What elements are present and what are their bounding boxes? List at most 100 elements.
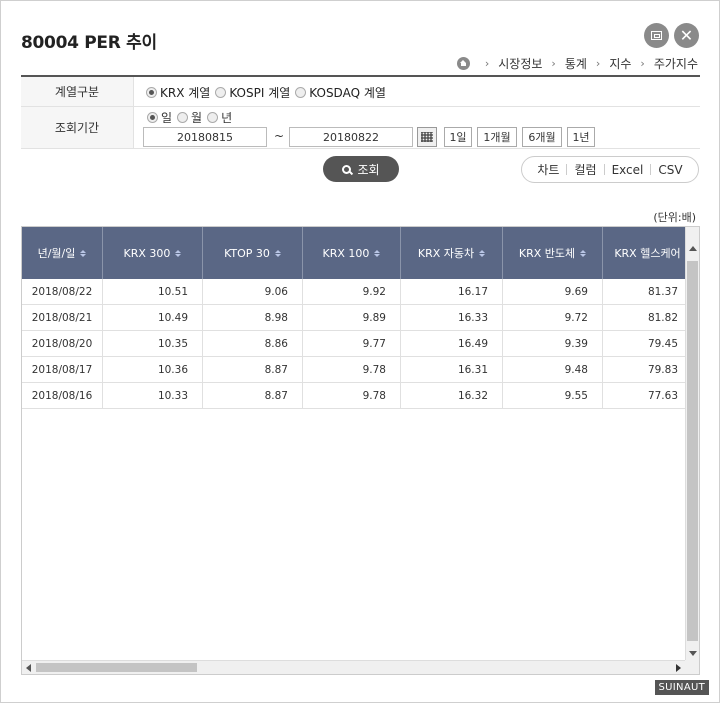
column-button[interactable]: 컬럼 bbox=[567, 161, 603, 178]
table-cell: 16.33 bbox=[401, 305, 503, 331]
table-cell: 8.87 bbox=[203, 357, 303, 383]
table-cell: 10.49 bbox=[103, 305, 203, 331]
column-header-krx-auto[interactable]: KRX 자동차 bbox=[401, 227, 503, 279]
breadcrumb: › 시장정보 › 통계 › 지수 › 주가지수 bbox=[456, 55, 698, 72]
horizontal-scrollbar[interactable] bbox=[22, 660, 687, 674]
table-cell: 10.51 bbox=[103, 279, 203, 305]
column-header-date[interactable]: 년/월/일 bbox=[22, 227, 103, 279]
radio-label-kosdaq-series[interactable]: KOSDAQ 계열 bbox=[309, 84, 386, 101]
home-icon[interactable] bbox=[456, 57, 470, 70]
search-form: 계열구분 KRX 계열 KOSPI 계열 KOSDAQ 계열 조회기간 일 월 … bbox=[21, 75, 700, 149]
table-cell: 8.87 bbox=[203, 383, 303, 409]
scroll-right-icon[interactable] bbox=[676, 664, 681, 672]
radio-kosdaq-series[interactable] bbox=[295, 86, 307, 98]
breadcrumb-item-index[interactable]: 지수 bbox=[609, 55, 631, 72]
unit-label: (단위:배) bbox=[653, 211, 696, 224]
restore-button[interactable] bbox=[644, 23, 669, 48]
breadcrumb-item-market-info[interactable]: 시장정보 bbox=[498, 55, 542, 72]
scroll-down-icon[interactable] bbox=[689, 651, 697, 656]
close-icon: ✕ bbox=[679, 25, 694, 45]
close-button[interactable]: ✕ bbox=[674, 23, 699, 48]
table-cell: 10.36 bbox=[103, 357, 203, 383]
radio-label-yearly[interactable]: 년 bbox=[221, 109, 232, 126]
table-cell: 10.35 bbox=[103, 331, 203, 357]
column-header-krx100[interactable]: KRX 100 bbox=[303, 227, 401, 279]
watermark-badge: SUINAUT bbox=[654, 680, 709, 695]
table-row: 2018/08/21 10.49 8.98 9.89 16.33 9.72 81… bbox=[22, 305, 693, 331]
breadcrumb-item-statistics[interactable]: 통계 bbox=[565, 55, 587, 72]
table-row: 2018/08/16 10.33 8.87 9.78 16.32 9.55 77… bbox=[22, 383, 693, 409]
table-cell: 9.39 bbox=[503, 331, 603, 357]
table-cell: 16.17 bbox=[401, 279, 503, 305]
series-radio-group: KRX 계열 KOSPI 계열 KOSDAQ 계열 bbox=[146, 77, 700, 107]
series-row: 계열구분 KRX 계열 KOSPI 계열 KOSDAQ 계열 bbox=[21, 77, 700, 107]
table-cell: 10.33 bbox=[103, 383, 203, 409]
excel-button[interactable]: Excel bbox=[605, 163, 651, 177]
table-cell: 81.82 bbox=[603, 305, 693, 331]
date-range-tilde: ~ bbox=[274, 129, 285, 143]
table-cell: 2018/08/20 bbox=[22, 331, 103, 357]
csv-button[interactable]: CSV bbox=[651, 163, 689, 177]
column-header-krx-healthcare[interactable]: KRX 헬스케어 bbox=[603, 227, 693, 279]
radio-label-krx-series[interactable]: KRX 계열 bbox=[160, 84, 210, 101]
sort-icon bbox=[175, 249, 182, 257]
quick-1month-button[interactable]: 1개월 bbox=[477, 127, 517, 147]
breadcrumb-separator: › bbox=[640, 57, 645, 70]
table-cell: 2018/08/16 bbox=[22, 383, 103, 409]
table-cell: 79.45 bbox=[603, 331, 693, 357]
sort-icon bbox=[374, 249, 381, 257]
radio-label-monthly[interactable]: 월 bbox=[191, 109, 202, 126]
table-cell: 9.55 bbox=[503, 383, 603, 409]
toolbar: 차트 컬럼 Excel CSV bbox=[521, 156, 699, 183]
radio-label-kospi-series[interactable]: KOSPI 계열 bbox=[229, 84, 290, 101]
breadcrumb-separator: › bbox=[484, 57, 490, 70]
table-cell: 9.48 bbox=[503, 357, 603, 383]
sort-icon bbox=[80, 249, 87, 257]
column-header-ktop30[interactable]: KTOP 30 bbox=[203, 227, 303, 279]
table-body: 2018/08/22 10.51 9.06 9.92 16.17 9.69 81… bbox=[22, 279, 693, 409]
page-title: 80004 PER 추이 bbox=[21, 33, 157, 53]
breadcrumb-item-stock-index[interactable]: 주가지수 bbox=[654, 55, 698, 72]
table-cell: 9.78 bbox=[303, 357, 401, 383]
quick-6month-button[interactable]: 6개월 bbox=[522, 127, 562, 147]
column-header-krx300[interactable]: KRX 300 bbox=[103, 227, 203, 279]
table-cell: 2018/08/21 bbox=[22, 305, 103, 331]
search-icon bbox=[342, 164, 352, 174]
table-header: 년/월/일 KRX 300 KTOP 30 KRX 100 KRX 자동차 KR… bbox=[22, 227, 693, 279]
start-date-input[interactable] bbox=[143, 127, 267, 147]
radio-krx-series[interactable] bbox=[146, 86, 157, 98]
chart-button[interactable]: 차트 bbox=[530, 161, 566, 178]
search-button-label: 조회 bbox=[357, 162, 380, 177]
table-cell: 16.49 bbox=[401, 331, 503, 357]
table-cell: 9.69 bbox=[503, 279, 603, 305]
scroll-left-icon[interactable] bbox=[26, 664, 31, 672]
table-cell: 9.92 bbox=[303, 279, 401, 305]
table-cell: 8.98 bbox=[203, 305, 303, 331]
table-cell: 2018/08/17 bbox=[22, 357, 103, 383]
end-date-input[interactable] bbox=[289, 127, 413, 147]
table-cell: 16.32 bbox=[401, 383, 503, 409]
table-cell: 9.72 bbox=[503, 305, 603, 331]
vertical-scrollbar[interactable] bbox=[685, 227, 699, 662]
table-cell: 9.06 bbox=[203, 279, 303, 305]
scroll-up-icon[interactable] bbox=[689, 246, 697, 251]
restore-icon bbox=[651, 31, 662, 40]
calendar-icon[interactable] bbox=[417, 127, 437, 147]
radio-kospi-series[interactable] bbox=[215, 86, 227, 98]
breadcrumb-separator: › bbox=[551, 57, 556, 70]
radio-label-daily[interactable]: 일 bbox=[161, 109, 172, 126]
quick-1year-button[interactable]: 1년 bbox=[567, 127, 595, 147]
vertical-scroll-thumb[interactable] bbox=[687, 261, 698, 641]
table-row: 2018/08/20 10.35 8.86 9.77 16.49 9.39 79… bbox=[22, 331, 693, 357]
table-cell: 2018/08/22 bbox=[22, 279, 103, 305]
table-cell: 79.83 bbox=[603, 357, 693, 383]
series-label: 계열구분 bbox=[21, 77, 134, 106]
radio-yearly[interactable] bbox=[207, 112, 219, 123]
search-button[interactable]: 조회 bbox=[323, 156, 399, 182]
radio-daily[interactable] bbox=[147, 112, 158, 123]
radio-monthly[interactable] bbox=[177, 112, 189, 123]
horizontal-scroll-thumb[interactable] bbox=[36, 663, 197, 672]
quick-1day-button[interactable]: 1일 bbox=[444, 127, 472, 147]
column-header-krx-semiconductor[interactable]: KRX 반도체 bbox=[503, 227, 603, 279]
table-row: 2018/08/22 10.51 9.06 9.92 16.17 9.69 81… bbox=[22, 279, 693, 305]
